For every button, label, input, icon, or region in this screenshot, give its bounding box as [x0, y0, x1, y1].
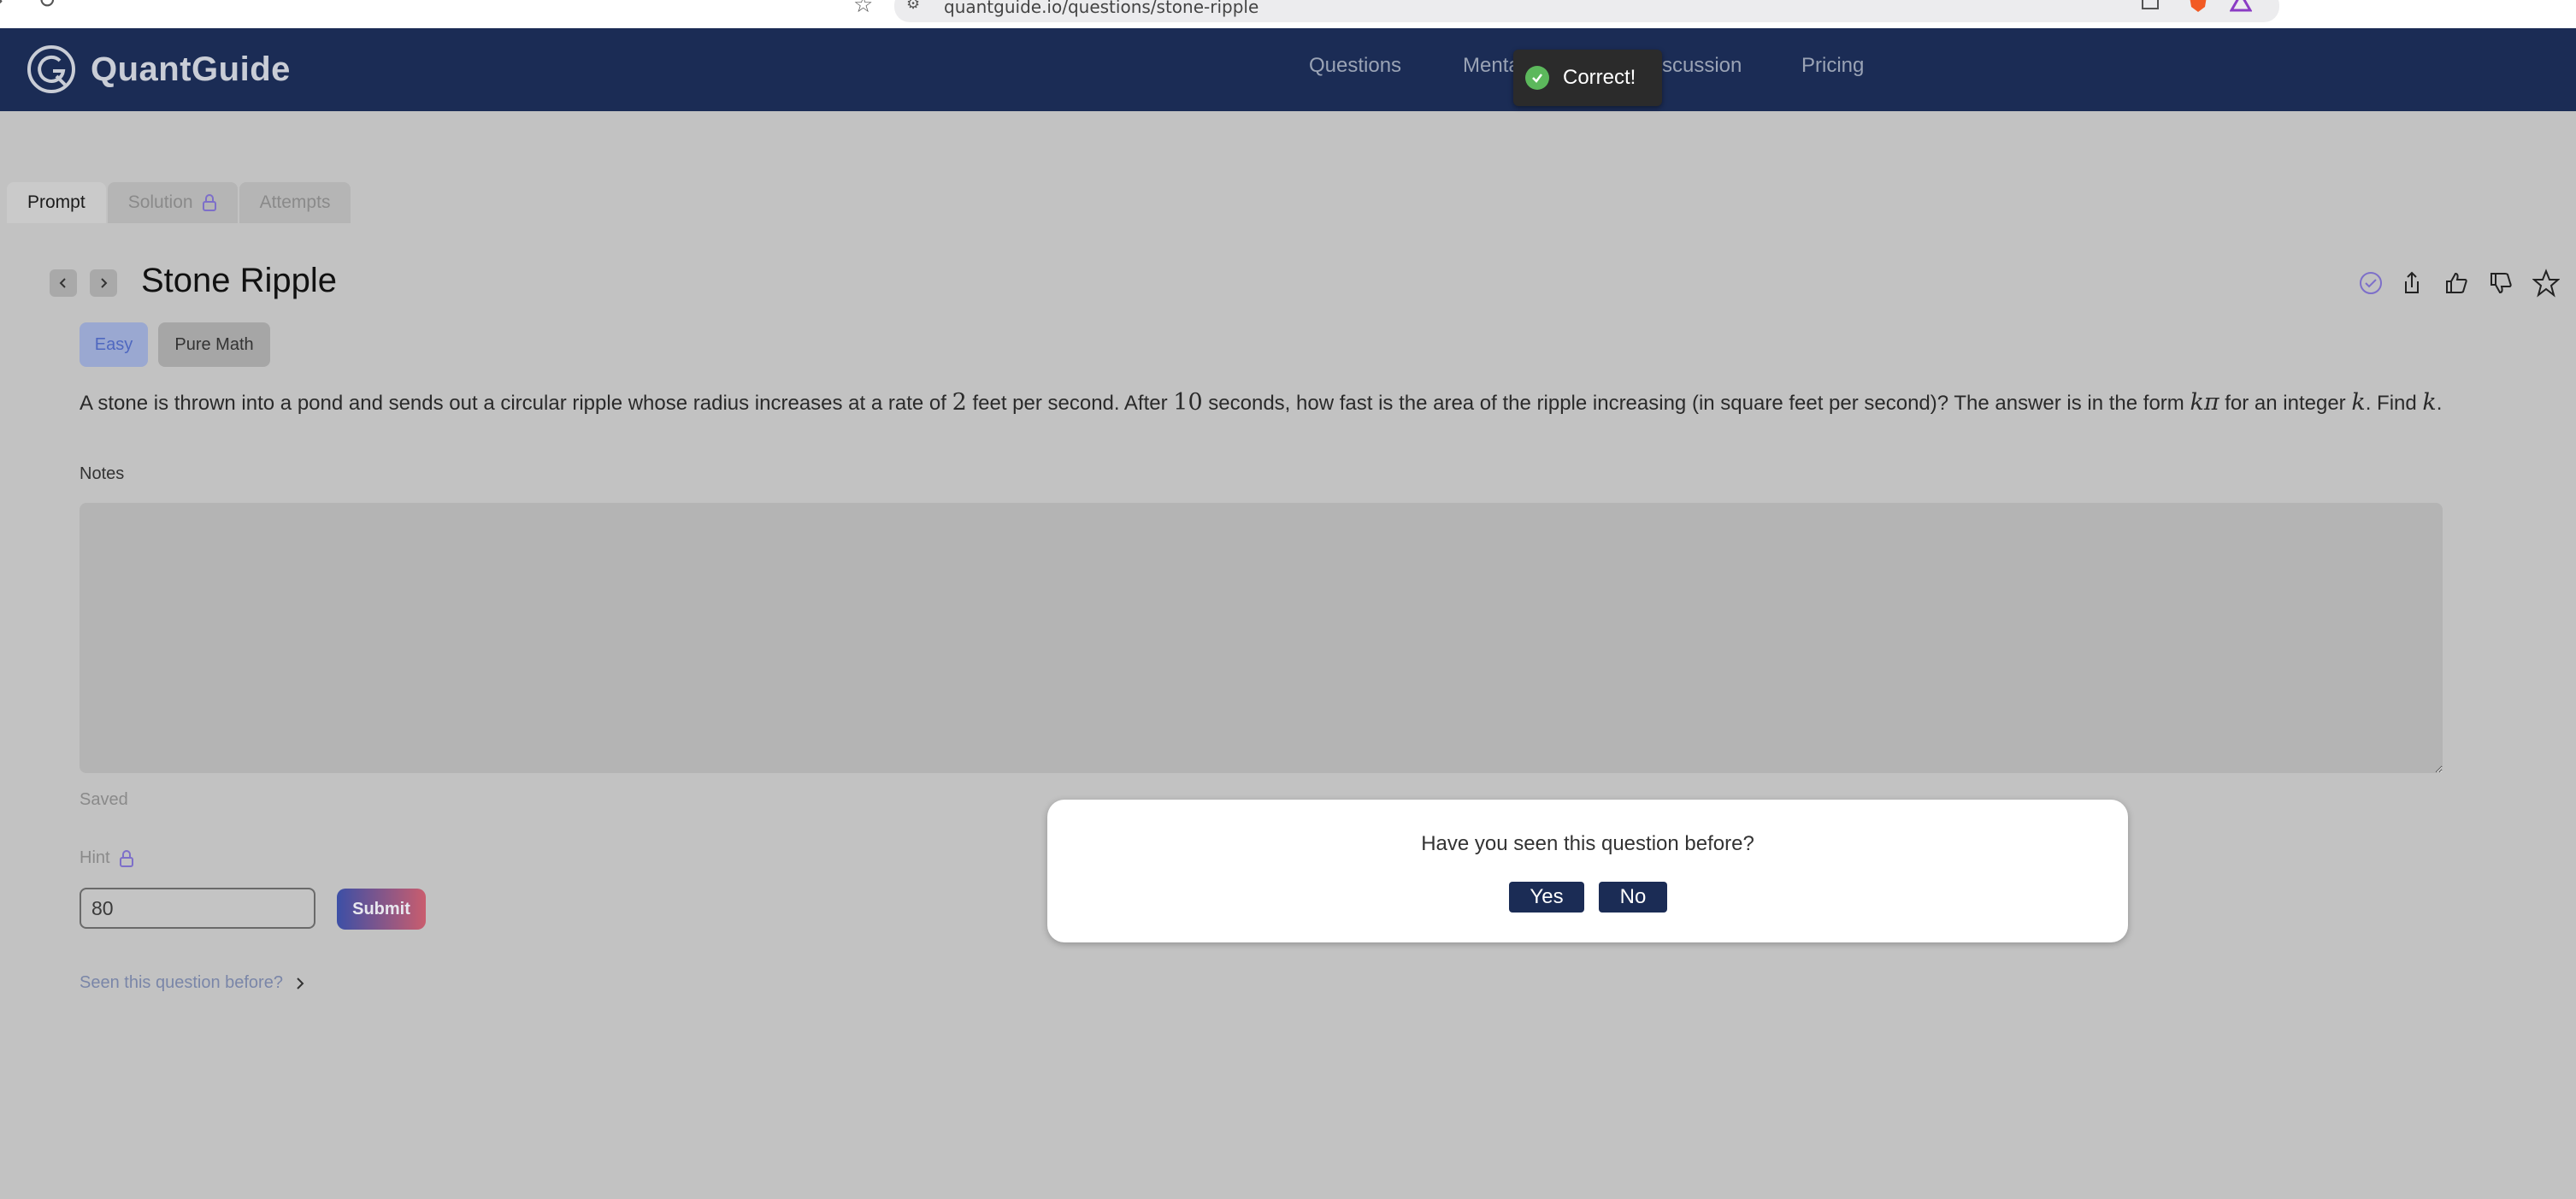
site-header: QuantGuide Questions Menta scussion Pric…	[0, 28, 2576, 111]
install-app-icon[interactable]	[2139, 0, 2161, 14]
seen-question-dialog: Have you seen this question before? Yes …	[1047, 800, 2128, 942]
url-text: quantguide.io/questions/stone-ripple	[944, 0, 1259, 17]
prompt-text: seconds, how fast is the area of the rip…	[1202, 392, 2190, 415]
chevron-right-icon	[101, 278, 108, 288]
check-circle-icon	[2360, 272, 2382, 294]
previous-question-button[interactable]	[50, 269, 77, 297]
prompt-text: .	[2436, 392, 2443, 415]
notes-textarea[interactable]	[80, 503, 2443, 773]
brave-shield-icon[interactable]	[2187, 0, 2209, 14]
question-title: Stone Ripple	[141, 262, 338, 299]
tab-attempts[interactable]: Attempts	[239, 182, 351, 223]
question-prompt: A stone is thrown into a pond and sends …	[80, 389, 2442, 416]
next-question-button[interactable]	[90, 269, 117, 297]
success-toast: Correct!	[1513, 50, 1662, 106]
nav-discussion[interactable]: scussion	[1662, 54, 1742, 78]
prompt-text: for an integer	[2219, 392, 2352, 415]
hint-toggle[interactable]: Hint	[80, 848, 134, 868]
tab-label: Attempts	[259, 192, 331, 212]
seen-question-label: Seen this question before?	[80, 973, 283, 992]
prompt-math: kπ	[2190, 389, 2219, 416]
reload-icon[interactable]: ↻	[38, 0, 56, 14]
prompt-math: 2	[952, 389, 967, 416]
nav-questions[interactable]: Questions	[1309, 54, 1401, 78]
tab-prompt[interactable]: Prompt	[7, 182, 106, 223]
notes-label: Notes	[80, 464, 125, 483]
chevron-right-icon	[297, 977, 304, 989]
tab-label: Solution	[127, 192, 193, 212]
topic-badge: Pure Math	[158, 322, 270, 367]
prompt-math: k	[2351, 389, 2366, 416]
seen-question-link[interactable]: Seen this question before?	[80, 973, 305, 993]
check-circle-icon	[1525, 66, 1549, 90]
submit-button[interactable]: Submit	[337, 889, 426, 930]
prompt-text: feet per second. After	[966, 392, 1174, 415]
back-icon[interactable]: ›	[0, 0, 3, 14]
browser-toolbar: › ↻ ☆ ⚙ quantguide.io/questions/stone-ri…	[0, 0, 2576, 28]
bookmark-icon[interactable]: ☆	[853, 0, 873, 18]
chevron-left-icon	[59, 278, 66, 288]
prompt-text: A stone is thrown into a pond and sends …	[80, 392, 952, 415]
thumbs-up-icon[interactable]	[2443, 269, 2469, 298]
toast-message: Correct!	[1563, 66, 1636, 89]
address-bar[interactable]: ⚙ quantguide.io/questions/stone-ripple	[894, 0, 2279, 22]
brand-name: QuantGuide	[91, 50, 291, 88]
thumbs-down-icon[interactable]	[2488, 269, 2514, 298]
prompt-math: k	[2422, 389, 2437, 416]
quantguide-logo-icon	[27, 45, 75, 93]
no-button[interactable]: No	[1599, 882, 1667, 913]
logo[interactable]: QuantGuide	[26, 44, 291, 95]
lock-icon	[119, 849, 133, 867]
notes-save-status: Saved	[80, 790, 128, 809]
yes-button[interactable]: Yes	[1509, 882, 1584, 913]
dialog-question: Have you seen this question before?	[1421, 832, 1754, 855]
star-icon[interactable]	[2532, 269, 2560, 298]
share-icon[interactable]	[2399, 269, 2425, 298]
question-tabs: Prompt Solution Attempts	[7, 182, 352, 223]
site-settings-icon[interactable]: ⚙	[906, 0, 920, 13]
lock-icon	[202, 194, 216, 211]
prompt-math: 10	[1173, 389, 1203, 416]
tab-label: Prompt	[27, 192, 85, 212]
prompt-text: . Find	[2365, 392, 2423, 415]
answer-input[interactable]	[80, 888, 315, 929]
difficulty-badge: Easy	[80, 322, 148, 367]
tab-solution[interactable]: Solution	[107, 182, 238, 223]
hint-label: Hint	[80, 848, 110, 867]
nav-mental-math[interactable]: Menta	[1463, 54, 1520, 78]
nav-pricing[interactable]: Pricing	[1801, 54, 1864, 78]
brave-rewards-icon[interactable]	[2230, 0, 2252, 14]
